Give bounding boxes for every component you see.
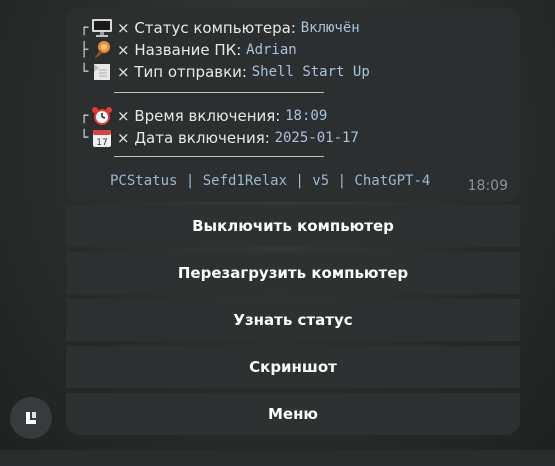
torch-icon — [91, 40, 113, 60]
pc-name-value: Adrian — [246, 42, 297, 58]
chat-area: ┌ × Статус компьютера: Включён ├ × Назва… — [0, 0, 555, 466]
power-on-date-label: × Дата включения: — [117, 129, 270, 147]
tree-connector: ┌ — [80, 20, 89, 36]
calendar-icon: 17 — [91, 128, 113, 148]
alarm-clock-icon — [91, 106, 113, 126]
pc-name-row: ├ × Название ПК: Adrian — [80, 39, 297, 61]
screenshot-button[interactable]: Скриншот — [66, 346, 520, 388]
svg-text:17: 17 — [96, 138, 107, 148]
divider — [114, 92, 324, 93]
bot-avatar[interactable] — [10, 397, 52, 439]
bot-message-bubble: ┌ × Статус компьютера: Включён ├ × Назва… — [66, 8, 520, 202]
status-row: ┌ × Статус компьютера: Включён — [80, 17, 360, 39]
bot-logo-icon — [26, 412, 36, 424]
power-on-time-value: 18:09 — [285, 108, 328, 124]
check-status-button[interactable]: Узнать статус — [66, 299, 520, 341]
power-on-date-value: 2025-01-17 — [274, 130, 359, 146]
power-on-date-row: └ 17 × Дата включения: 2025-01-17 — [80, 127, 359, 149]
signature-footer: PCStatus | Sefd1Relax | v5 | ChatGPT-4 — [110, 173, 431, 189]
input-bar-edge — [0, 450, 555, 466]
divider — [114, 156, 324, 157]
power-on-time-row: ┌ × Время включения: 18:09 — [80, 105, 327, 127]
tree-connector: └ — [80, 130, 89, 146]
tree-connector: └ — [80, 64, 89, 80]
tree-connector: ┌ — [80, 108, 89, 124]
tree-connector: ├ — [80, 42, 89, 58]
shutdown-button[interactable]: Выключить компьютер — [66, 205, 520, 247]
status-label: × Статус компьютера: — [117, 19, 296, 37]
restart-button[interactable]: Перезагрузить компьютер — [66, 252, 520, 294]
page-icon — [91, 62, 113, 82]
send-type-value: Shell Start Up — [251, 64, 370, 80]
menu-button[interactable]: Меню — [66, 393, 520, 435]
pc-name-label: × Название ПК: — [117, 41, 242, 59]
send-type-row: └ × Тип отправки: Shell Start Up — [80, 61, 370, 83]
monitor-icon — [91, 18, 113, 38]
status-value: Включён — [300, 20, 360, 36]
send-type-label: × Тип отправки: — [117, 63, 247, 81]
message-timestamp: 18:09 — [467, 178, 508, 194]
power-on-time-label: × Время включения: — [117, 107, 281, 125]
